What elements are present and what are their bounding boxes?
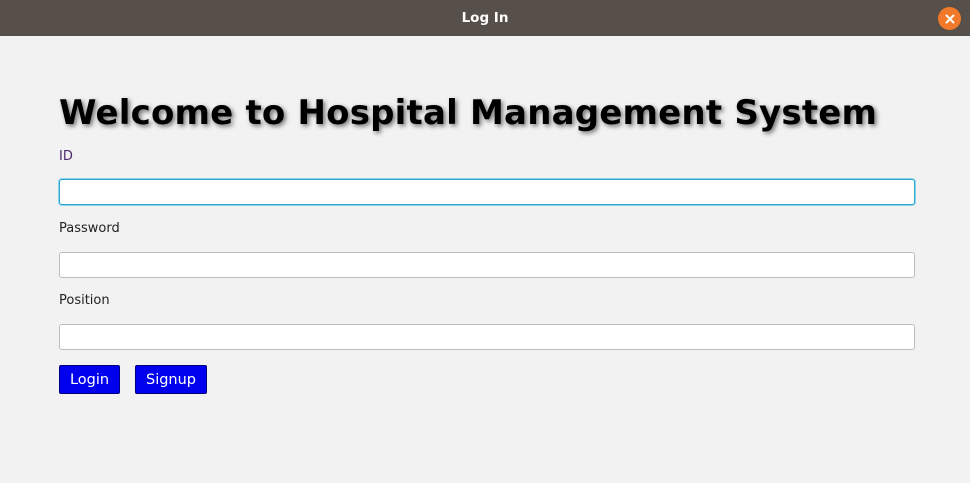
window-titlebar: Log In <box>0 0 970 36</box>
id-label: ID <box>59 149 73 164</box>
close-icon <box>945 14 954 23</box>
id-field[interactable] <box>59 179 915 205</box>
position-label: Position <box>59 293 110 308</box>
login-form: Welcome to Hospital Management System ID… <box>0 36 970 483</box>
position-field[interactable] <box>59 324 915 350</box>
password-field[interactable] <box>59 252 915 278</box>
window-title: Log In <box>461 10 509 26</box>
login-button[interactable]: Login <box>59 365 120 394</box>
close-button[interactable] <box>938 7 961 30</box>
signup-button[interactable]: Signup <box>135 365 207 394</box>
page-title: Welcome to Hospital Management System <box>59 93 878 133</box>
password-label: Password <box>59 221 120 236</box>
